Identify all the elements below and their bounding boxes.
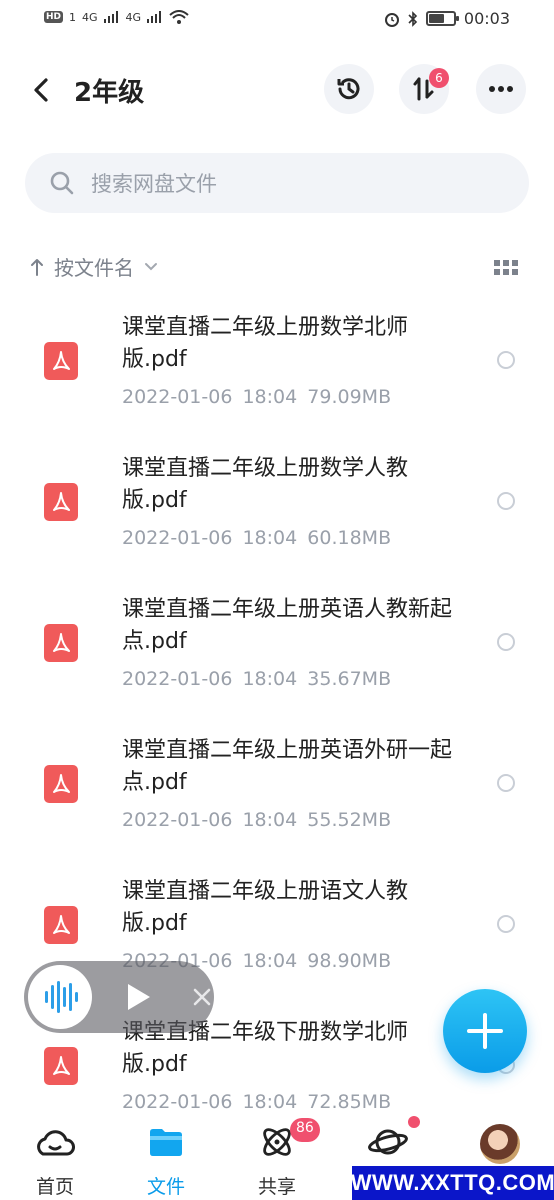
nav-label-home: 首页 (35, 1176, 74, 1198)
sim-number: 1 (69, 10, 77, 24)
nav-label-files: 文件 (146, 1176, 185, 1198)
watermark-banner: WWW.XXTTQ.COM (350, 1166, 554, 1200)
alarm-icon (384, 12, 399, 27)
file-row[interactable]: 课堂直播二年级上册英语外研一起点.pdf 2022-01-06 18:04 55… (0, 729, 554, 870)
file-time: 18:04 (242, 527, 298, 549)
file-row[interactable]: 课堂直播二年级上册数学人教版.pdf 2022-01-06 18:04 60.1… (0, 447, 554, 588)
voice-button[interactable] (28, 965, 92, 1029)
cloud-home-icon (37, 1130, 75, 1156)
search-input[interactable]: 搜索网盘文件 (25, 153, 529, 213)
grid-view-icon[interactable] (494, 259, 518, 277)
nav-label-share: 共享 (257, 1176, 296, 1198)
pdf-file-icon (44, 765, 78, 803)
file-size: 72.85MB (307, 1091, 392, 1113)
waveform-icon (45, 981, 78, 1013)
planet-icon (368, 1129, 408, 1155)
file-name: 课堂直播二年级上册英语外研一起点.pdf (122, 738, 453, 795)
nav-item-files[interactable]: 文件 (111, 1112, 221, 1200)
file-name: 课堂直播二年级上册英语人教新起点.pdf (122, 597, 453, 654)
watermark-text: WWW.XXTTQ.COM (350, 1170, 554, 1195)
file-meta: 2022-01-06 18:04 55.52MB (122, 809, 391, 831)
file-time: 18:04 (242, 1091, 298, 1113)
chevron-left-icon (34, 78, 48, 102)
chevron-down-icon (145, 262, 157, 270)
file-row[interactable]: 课堂直播二年级上册数学北师版.pdf 2022-01-06 18:04 79.0… (0, 306, 554, 447)
signal-label-1: 4G (82, 10, 98, 24)
file-date: 2022-01-06 (122, 668, 233, 690)
folder-icon (150, 1129, 182, 1156)
plus-icon (467, 1013, 503, 1049)
file-time: 18:04 (242, 950, 298, 972)
nav-item-home[interactable]: 首页 (0, 1112, 110, 1200)
wifi-icon (169, 10, 189, 24)
clock: 00:03 (463, 9, 510, 28)
file-time: 18:04 (242, 809, 298, 831)
select-checkbox[interactable] (497, 492, 515, 510)
signal-icon (103, 11, 118, 23)
avatar[interactable] (480, 1124, 520, 1164)
file-time: 18:04 (242, 668, 298, 690)
hd-badge: HD (44, 11, 64, 23)
file-date: 2022-01-06 (122, 386, 233, 408)
file-size: 55.52MB (307, 809, 392, 831)
history-icon (337, 78, 360, 100)
file-row[interactable]: 课堂直播二年级上册英语人教新起点.pdf 2022-01-06 18:04 35… (0, 588, 554, 729)
file-date: 2022-01-06 (122, 527, 233, 549)
file-name: 课堂直播二年级上册数学北师版.pdf (122, 315, 409, 372)
file-name: 课堂直播二年级上册语文人教版.pdf (122, 879, 409, 936)
pdf-file-icon (44, 342, 78, 380)
select-checkbox[interactable] (497, 351, 515, 369)
discover-dot (408, 1116, 420, 1128)
status-bar: HD 1 4G 4G 00:03 (0, 0, 554, 42)
file-size: 60.18MB (307, 527, 392, 549)
signal-icon (147, 11, 162, 23)
share-badge: 86 (290, 1118, 320, 1142)
file-size: 79.09MB (307, 386, 392, 408)
pdf-file-icon (44, 483, 78, 521)
bluetooth-icon (408, 10, 418, 27)
file-meta: 2022-01-06 18:04 35.67MB (122, 668, 391, 690)
history-button[interactable] (324, 64, 374, 114)
select-checkbox[interactable] (497, 633, 515, 651)
sort-selector[interactable]: 按文件名 (30, 252, 158, 281)
signal-label-2: 4G (125, 10, 142, 24)
voice-player-widget (24, 961, 214, 1033)
header: 2年级 6 (0, 62, 554, 118)
search-icon (50, 171, 74, 195)
add-button[interactable] (443, 989, 527, 1073)
select-checkbox[interactable] (497, 915, 515, 933)
file-meta: 2022-01-06 18:04 72.85MB (122, 1091, 391, 1113)
more-icon (489, 86, 513, 92)
file-meta: 2022-01-06 18:04 79.09MB (122, 386, 391, 408)
play-icon[interactable] (120, 979, 156, 1015)
sort-arrow-icon (31, 258, 43, 276)
file-meta: 2022-01-06 18:04 60.18MB (122, 527, 391, 549)
status-left: HD 1 4G 4G (44, 10, 189, 24)
file-date: 2022-01-06 (122, 1091, 233, 1113)
file-date: 2022-01-06 (122, 809, 233, 831)
transfer-list-button[interactable]: 6 (399, 64, 449, 114)
file-size: 35.67MB (307, 668, 392, 690)
back-button[interactable] (26, 72, 58, 108)
sort-label: 按文件名 (54, 256, 134, 280)
file-size: 98.90MB (307, 950, 392, 972)
transfer-badge: 6 (429, 68, 449, 88)
file-time: 18:04 (242, 386, 298, 408)
pdf-file-icon (44, 624, 78, 662)
battery-icon (425, 11, 459, 26)
pdf-file-icon (44, 906, 78, 944)
more-button[interactable] (476, 64, 526, 114)
file-name: 课堂直播二年级上册数学人教版.pdf (122, 456, 409, 513)
page-title: 2年级 (74, 78, 145, 108)
status-right: 00:03 (384, 9, 510, 28)
pdf-file-icon (44, 1047, 78, 1085)
select-checkbox[interactable] (497, 774, 515, 792)
close-icon[interactable] (190, 985, 214, 1009)
search-placeholder: 搜索网盘文件 (91, 172, 217, 196)
